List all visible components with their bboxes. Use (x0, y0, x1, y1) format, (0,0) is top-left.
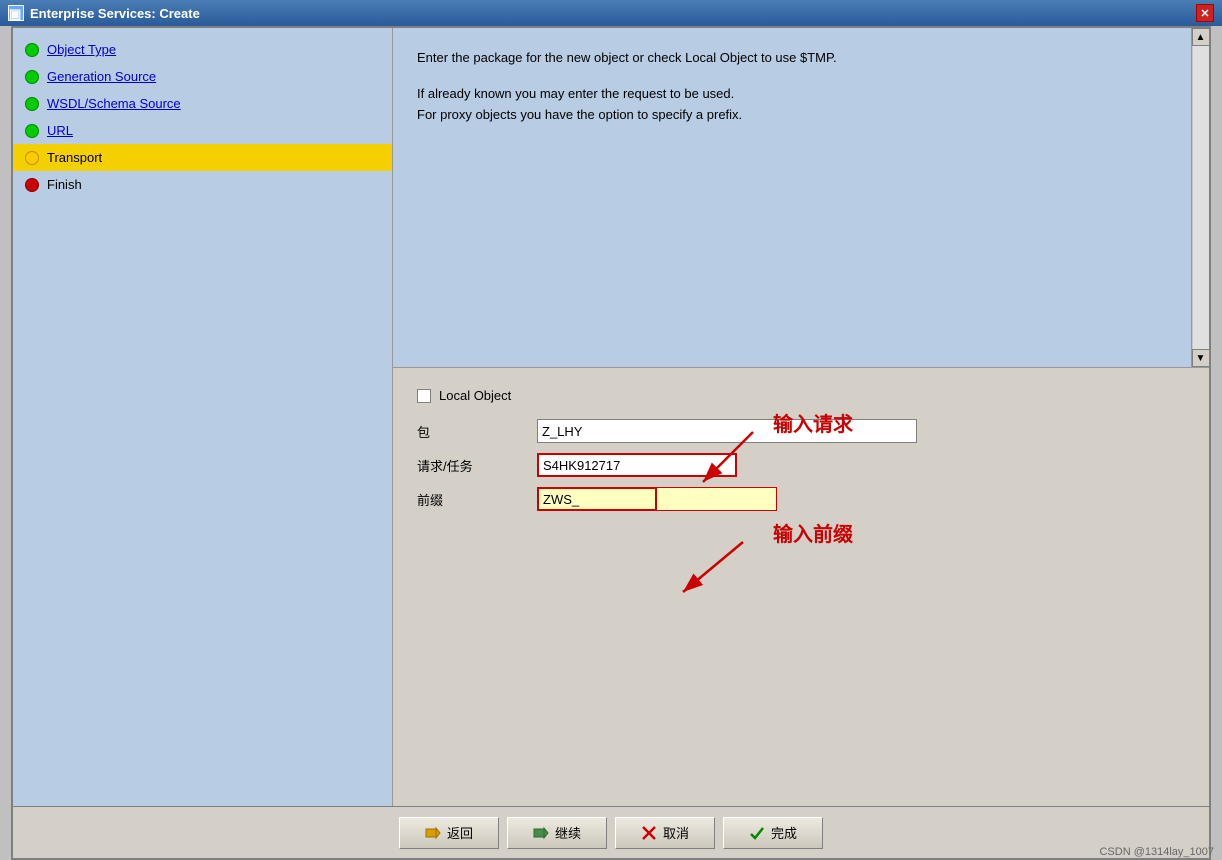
nav-item-url[interactable]: URL (13, 117, 392, 144)
local-object-row: Local Object (417, 388, 1185, 403)
description-line3: If already known you may enter the reque… (417, 84, 1185, 105)
app-icon: ▣ (8, 5, 24, 21)
scroll-track (1193, 46, 1209, 349)
left-nav-panel: Object Type Generation Source WSDL/Schem… (13, 28, 393, 806)
nav-item-generation-source[interactable]: Generation Source (13, 63, 392, 90)
nav-item-finish[interactable]: Finish (13, 171, 392, 198)
form-area: Local Object 包 请求/任务 前缀 (393, 368, 1209, 806)
nav-item-transport[interactable]: Transport (13, 144, 392, 171)
finish-button[interactable]: 完成 (723, 817, 823, 849)
package-input[interactable] (537, 419, 917, 443)
description-line1: Enter the package for the new object or … (417, 48, 1185, 69)
local-object-label: Local Object (439, 388, 511, 403)
prefix-input[interactable] (537, 487, 657, 511)
back-button[interactable]: 返回 (399, 817, 499, 849)
annotation-prefix: 输入前缀 (773, 518, 853, 547)
nav-dot-wsdl-schema (25, 97, 39, 111)
nav-label-transport: Transport (47, 150, 102, 165)
prefix-row: 前缀 (417, 487, 1185, 511)
scroll-up-arrow[interactable]: ▲ (1192, 28, 1210, 46)
request-input[interactable] (537, 453, 737, 477)
nav-label-generation-source: Generation Source (47, 69, 156, 84)
nav-item-wsdl-schema[interactable]: WSDL/Schema Source (13, 90, 392, 117)
local-object-checkbox[interactable] (417, 389, 431, 403)
nav-label-finish: Finish (47, 177, 82, 192)
right-panel: Enter the package for the new object or … (393, 28, 1209, 806)
package-label: 包 (417, 422, 537, 441)
nav-dot-object-type (25, 43, 39, 57)
nav-label-url: URL (47, 123, 73, 138)
nav-dot-url (25, 124, 39, 138)
nav-label-object-type: Object Type (47, 42, 116, 57)
finish-icon (749, 825, 765, 841)
cancel-button[interactable]: 取消 (615, 817, 715, 849)
nav-dot-finish (25, 178, 39, 192)
prefix-label: 前缀 (417, 490, 537, 509)
cancel-icon (641, 825, 657, 841)
annotation-prefix-text: 输入前缀 (773, 524, 853, 546)
prefix-extend (657, 487, 777, 511)
main-dialog: Object Type Generation Source WSDL/Schem… (11, 26, 1211, 860)
cancel-label: 取消 (663, 823, 689, 842)
title-bar-text: ▣ Enterprise Services: Create (8, 5, 200, 21)
nav-dot-transport (25, 151, 39, 165)
back-icon (425, 825, 441, 841)
request-label: 请求/任务 (417, 456, 537, 475)
dialog-title: Enterprise Services: Create (30, 6, 200, 21)
content-area: Object Type Generation Source WSDL/Schem… (13, 28, 1209, 806)
package-row: 包 (417, 419, 1185, 443)
title-bar: ▣ Enterprise Services: Create ✕ (0, 0, 1222, 26)
scrollbar[interactable]: ▲ ▼ (1191, 28, 1209, 367)
request-row: 请求/任务 (417, 453, 1185, 477)
annotation-prefix-arrow (673, 542, 813, 622)
continue-button[interactable]: 继续 (507, 817, 607, 849)
description-area: Enter the package for the new object or … (393, 28, 1209, 368)
button-bar: 返回 继续 取消 (13, 806, 1209, 858)
nav-dot-generation-source (25, 70, 39, 84)
watermark: CSDN @1314lay_1007 (1099, 846, 1214, 858)
continue-label: 继续 (555, 823, 581, 842)
continue-icon (533, 825, 549, 841)
scroll-down-arrow[interactable]: ▼ (1192, 349, 1210, 367)
close-button[interactable]: ✕ (1196, 4, 1214, 22)
close-icon: ✕ (1200, 7, 1209, 20)
finish-label: 完成 (771, 823, 797, 842)
description-line4: For proxy objects you have the option to… (417, 105, 1185, 126)
back-label: 返回 (447, 823, 473, 842)
nav-label-wsdl-schema: WSDL/Schema Source (47, 96, 181, 111)
nav-item-object-type[interactable]: Object Type (13, 36, 392, 63)
